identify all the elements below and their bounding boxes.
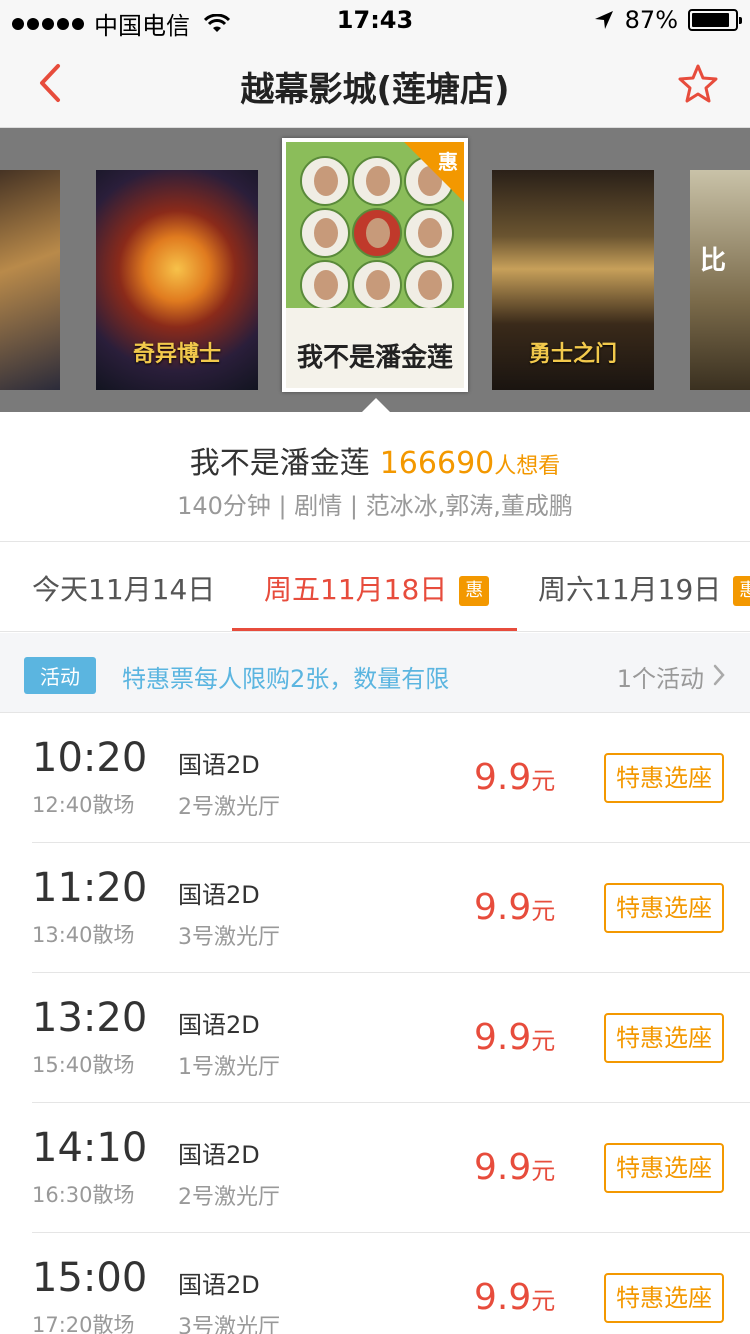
poster-5[interactable]: 比 [690, 170, 750, 390]
location-arrow-icon [594, 11, 613, 29]
start-time: 11:20 [32, 865, 148, 911]
movie-details: 140分钟 | 剧情 | 范冰冰,郭涛,董成鹏 [177, 492, 573, 520]
price: 9.9元 [474, 757, 555, 798]
price-value: 9.9 [474, 1277, 532, 1318]
hall-name: 2号激光厅 [178, 795, 280, 820]
hall-name: 3号激光厅 [178, 1315, 280, 1334]
activity-tag: 活动 [24, 657, 96, 694]
price-unit: 元 [531, 897, 556, 925]
select-seat-button[interactable]: 特惠选座 [604, 883, 724, 933]
tab-label: 周五11月18日 [264, 573, 448, 606]
language-format: 国语2D [178, 1271, 260, 1299]
want-suffix: 人想看 [494, 454, 561, 479]
showtime-row: 15:00 17:20散场 国语2D 3号激光厅 9.9元 特惠选座 [32, 1233, 750, 1334]
promo-badge: 惠 [733, 576, 750, 606]
selection-caret [360, 398, 392, 412]
promo-badge: 惠 [459, 576, 490, 606]
price: 9.9元 [474, 887, 555, 928]
poster-carousel[interactable]: 奇异博士 我不是潘金莲 惠 勇士之门 比 [0, 128, 750, 412]
want-count: 166690 [379, 446, 495, 481]
showtime-row: 13:20 15:40散场 国语2D 1号激光厅 9.9元 特惠选座 [32, 973, 750, 1103]
showtime-row: 11:20 13:40散场 国语2D 3号激光厅 9.9元 特惠选座 [32, 843, 750, 973]
activity-count: 1个活动 [616, 665, 704, 693]
poster-title: 比 [700, 246, 727, 276]
page-title: 越幕影城(莲塘店) [240, 70, 510, 110]
tab-label: 今天11月14日 [32, 573, 216, 606]
showtime-list: 10:20 12:40散场 国语2D 2号激光厅 9.9元 特惠选座 11:20… [0, 713, 750, 1334]
select-seat-button[interactable]: 特惠选座 [604, 1013, 724, 1063]
movie-header: 我不是潘金莲 166690人想看 [0, 438, 750, 482]
price-value: 9.9 [474, 1147, 532, 1188]
price-value: 9.9 [474, 757, 532, 798]
hall-name: 2号激光厅 [178, 1185, 280, 1210]
hall-name: 3号激光厅 [178, 925, 280, 950]
end-time: 17:20散场 [32, 1313, 135, 1334]
favorite-button[interactable] [676, 62, 720, 106]
price: 9.9元 [474, 1147, 555, 1188]
language-format: 国语2D [178, 1011, 260, 1039]
price-value: 9.9 [474, 887, 532, 928]
poster-1[interactable] [0, 170, 60, 390]
movie-title: 我不是潘金莲 [189, 446, 370, 481]
showtime-row: 14:10 16:30散场 国语2D 2号激光厅 9.9元 特惠选座 [32, 1103, 750, 1233]
star-outline-icon [678, 64, 718, 103]
tab-date-1118[interactable]: 周五11月18日惠 [264, 568, 490, 608]
poster-title: 勇士之门 [528, 342, 617, 367]
select-seat-button[interactable]: 特惠选座 [604, 1273, 724, 1323]
price-value: 9.9 [474, 1017, 532, 1058]
select-seat-button[interactable]: 特惠选座 [604, 753, 724, 803]
activity-bar[interactable]: 活动 特惠票每人限购2张，数量有限 1个活动 [0, 633, 750, 713]
battery-percent: 87% [624, 6, 678, 34]
select-seat-button[interactable]: 特惠选座 [604, 1143, 724, 1193]
price: 9.9元 [474, 1017, 555, 1058]
start-time: 10:20 [32, 735, 148, 781]
language-format: 国语2D [178, 1141, 260, 1169]
price: 9.9元 [474, 1277, 555, 1318]
end-time: 13:40散场 [32, 923, 135, 947]
poster-doctor-strange[interactable]: 奇异博士 [96, 170, 258, 390]
promo-badge: 惠 [438, 150, 458, 174]
start-time: 13:20 [32, 995, 148, 1041]
battery-icon [688, 9, 742, 31]
tab-date-1114[interactable]: 今天11月14日 [32, 568, 215, 608]
movie-info: 我不是潘金莲 166690人想看 140分钟 | 剧情 | 范冰冰,郭涛,董成鹏 [0, 412, 750, 542]
status-bar: 中国电信 17:43 87% [0, 0, 750, 40]
date-tabs: 今天11月14日 周五11月18日惠 周六11月19日惠 [0, 542, 750, 632]
poster-title: 奇异博士 [132, 342, 221, 367]
hall-name: 1号激光厅 [178, 1055, 280, 1080]
tab-label: 周六11月19日 [538, 573, 722, 606]
end-time: 12:40散场 [32, 793, 135, 817]
tab-date-1119[interactable]: 周六11月19日惠 [538, 568, 750, 608]
end-time: 16:30散场 [32, 1183, 135, 1207]
active-tab-indicator [232, 628, 517, 631]
price-unit: 元 [531, 767, 556, 795]
status-right: 87% [593, 6, 742, 34]
poster-title: 我不是潘金莲 [296, 343, 453, 373]
start-time: 14:10 [32, 1125, 148, 1171]
chevron-right-icon [713, 664, 725, 686]
language-format: 国语2D [178, 751, 260, 779]
poster-warriors-gate[interactable]: 勇士之门 [492, 170, 654, 390]
battery-fill [692, 13, 729, 27]
nav-bar: 越幕影城(莲塘店) [0, 40, 750, 128]
price-unit: 元 [531, 1027, 556, 1055]
activity-text: 特惠票每人限购2张，数量有限 [122, 665, 450, 693]
poster-selected[interactable]: 我不是潘金莲 惠 [282, 138, 468, 392]
showtime-row: 10:20 12:40散场 国语2D 2号激光厅 9.9元 特惠选座 [32, 713, 750, 843]
price-unit: 元 [531, 1287, 556, 1315]
price-unit: 元 [531, 1157, 556, 1185]
end-time: 15:40散场 [32, 1053, 135, 1077]
start-time: 15:00 [32, 1255, 148, 1301]
language-format: 国语2D [178, 881, 260, 909]
